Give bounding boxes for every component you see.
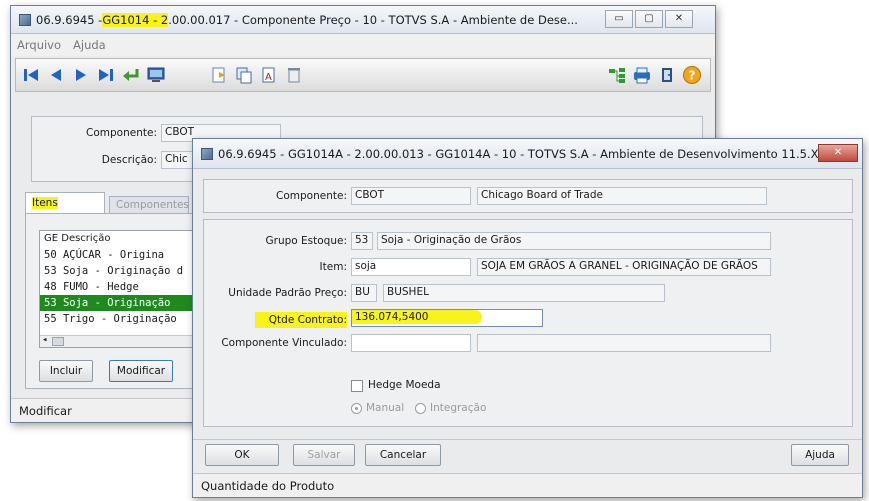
detail-window-titlebar[interactable]: 06.9.6945 - GG1014A - 2.00.00.013 - GG10… [193, 139, 862, 169]
app-icon [201, 147, 213, 160]
list-item-selected[interactable]: 53 Soja - Originação [40, 295, 198, 311]
copy-record-icon[interactable] [233, 64, 255, 86]
scroll-left-icon[interactable]: ◂ [42, 335, 47, 345]
qtde-contrato-value: 136.074,5400 [352, 310, 482, 324]
list-item[interactable]: 50 AÇÚCAR - Origina [40, 247, 198, 263]
qtde-contrato-label: Qtde Contrato: [255, 312, 347, 328]
list-item[interactable]: 55 Trigo - Originação [40, 311, 198, 327]
close-button[interactable]: ✕ [665, 10, 693, 28]
componente-code-field[interactable]: CBOT [351, 187, 471, 205]
main-window-titlebar[interactable]: 06.9.6945 - GG1014 - 2.00.00.017 - Compo… [11, 6, 715, 34]
svg-text:?: ? [689, 69, 696, 83]
unidade-desc-field: BUSHEL [383, 284, 665, 302]
scroll-thumb[interactable] [52, 337, 64, 346]
first-record-icon[interactable] [20, 64, 42, 86]
next-record-icon[interactable] [70, 64, 92, 86]
radio-manual[interactable] [351, 403, 362, 414]
menu-arquivo[interactable]: Arquivo [17, 38, 61, 52]
exit-door-icon[interactable] [656, 64, 678, 86]
window-title-program: GG1014 - 2 [102, 12, 169, 27]
componente-vinculado-label: Componente Vinculado: [221, 337, 347, 349]
tab-itens[interactable]: Itens [25, 192, 105, 214]
monitor-icon[interactable] [145, 64, 167, 86]
tab-componentes-label: Componentes [116, 199, 189, 211]
last-record-icon[interactable] [95, 64, 117, 86]
tab-itens-label: Itens [32, 197, 58, 209]
componente-vinculado-desc-field [477, 334, 771, 352]
new-record-icon[interactable] [208, 64, 230, 86]
horizontal-scrollbar[interactable]: ◂ [40, 335, 198, 347]
componente-desc-field: Chicago Board of Trade [477, 187, 767, 205]
hierarchy-icon[interactable] [606, 64, 628, 86]
radio-integracao-label: Integração [430, 402, 487, 414]
ok-button[interactable]: OK [205, 444, 279, 466]
delete-record-icon[interactable] [283, 64, 305, 86]
qtde-contrato-field[interactable]: 136.074,5400 [351, 309, 543, 327]
items-list[interactable]: GE Descrição 50 AÇÚCAR - Origina 53 Soja… [39, 230, 199, 348]
previous-record-icon[interactable] [45, 64, 67, 86]
close-button[interactable]: ✕ [818, 144, 858, 162]
return-arrow-icon[interactable] [120, 64, 142, 86]
incluir-button[interactable]: Incluir [39, 360, 93, 382]
componente-label: Componente: [276, 190, 347, 202]
radio-integracao[interactable] [415, 403, 426, 414]
window-title-prefix: 06.9.6945 - [36, 12, 103, 27]
edit-record-icon[interactable]: A [258, 64, 280, 86]
item-desc-field: SOJA EM GRÃOS A GRANEL - ORIGINAÇÃO DE G… [477, 258, 771, 276]
componente-vinculado-field[interactable] [351, 334, 471, 352]
item-code-field[interactable]: soja [351, 258, 471, 276]
tab-componentes[interactable]: Componentes [109, 196, 189, 214]
status-bar: Quantidade do Produto [193, 473, 862, 497]
list-item[interactable]: 53 Soja - Originação d [40, 263, 198, 279]
menu-ajuda[interactable]: Ajuda [73, 38, 106, 52]
printer-icon[interactable] [631, 64, 653, 86]
radio-manual-label: Manual [366, 402, 405, 414]
hedge-moeda-checkbox[interactable] [351, 380, 363, 392]
cancelar-button[interactable]: Cancelar [365, 444, 441, 466]
minimize-button[interactable]: ▭ [605, 10, 633, 28]
salvar-button[interactable]: Salvar [293, 444, 355, 466]
list-item[interactable]: 48 FUMO - Hedge [40, 279, 198, 295]
item-label: Item: [319, 261, 347, 273]
grupo-estoque-code-field[interactable]: 53 [351, 232, 373, 250]
modificar-button[interactable]: Modificar [109, 360, 173, 382]
componente-label: Componente: [86, 127, 157, 139]
hedge-moeda-label: Hedge Moeda [368, 379, 441, 391]
help-icon[interactable]: ? [681, 64, 703, 86]
descricao-label: Descrição: [101, 154, 157, 166]
menubar: Arquivo Ajuda [11, 34, 715, 56]
unidade-code-field[interactable]: BU [351, 284, 377, 302]
svg-text:A: A [265, 72, 272, 83]
grupo-estoque-desc-field: Soja - Originação de Grãos [377, 232, 771, 250]
window-title-suffix: .00.00.017 - Componente Preço - 10 - TOT… [168, 12, 578, 27]
detail-window-title: 06.9.6945 - GG1014A - 2.00.00.013 - GG10… [218, 146, 828, 161]
maximize-button[interactable]: ▢ [635, 10, 663, 28]
ajuda-button[interactable]: Ajuda [791, 444, 849, 466]
app-icon [19, 13, 31, 26]
unidade-label: Unidade Padrão Preço: [228, 287, 347, 299]
grupo-estoque-label: Grupo Estoque: [265, 235, 348, 247]
detail-window: 06.9.6945 - GG1014A - 2.00.00.013 - GG10… [192, 138, 863, 498]
toolbar: A ? [15, 58, 711, 92]
list-header: GE Descrição [44, 233, 111, 244]
